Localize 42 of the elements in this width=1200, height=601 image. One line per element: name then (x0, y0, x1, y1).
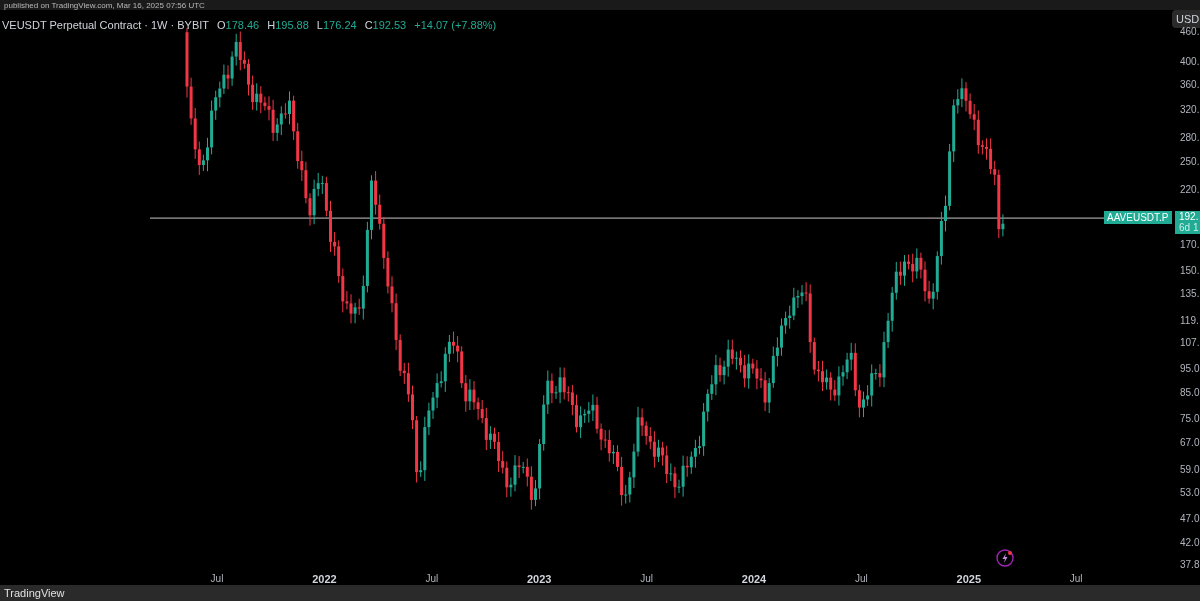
price-label: 220. (1180, 183, 1200, 196)
price-label: 135. (1180, 287, 1200, 300)
price-label: 95.0 (1180, 362, 1200, 375)
symbol-tag: AAVEUSDT.P (1104, 211, 1172, 225)
price-label: 170. (1180, 238, 1200, 251)
symbol-title: VEUSDT Perpetual Contract · 1W · BYBIT (2, 18, 210, 33)
price-label: 119. (1180, 314, 1199, 327)
price-tag: 192. 6d 1 (1175, 211, 1200, 235)
price-label: 67.0 (1180, 437, 1200, 450)
price-label: 360. (1180, 78, 1200, 91)
price-label: 150. (1180, 265, 1200, 278)
month-label: Jul (210, 572, 224, 585)
price-label: 400. (1180, 56, 1200, 68)
ohlc-value: C192.53 (364, 18, 407, 33)
footer-brand: TradingView (4, 587, 65, 599)
ohlc-value: H195.88 (267, 18, 309, 33)
year-label: 2025 (956, 572, 982, 585)
price-label: 280. (1180, 132, 1200, 145)
price-label: 320. (1180, 103, 1200, 116)
price-label: 47.0 (1180, 512, 1200, 525)
price-label: 37.8 (1180, 559, 1200, 572)
month-label: Jul (1069, 572, 1083, 585)
lightning-icon[interactable] (995, 548, 1015, 568)
ohlc-value: O178.46 (217, 18, 260, 33)
price-label: 42.0 (1180, 536, 1200, 549)
price-label: 250. (1180, 156, 1200, 169)
price-change: +14.07 (+7.88%) (414, 18, 497, 33)
month-label: Jul (640, 572, 653, 585)
price-label: 53.0 (1180, 487, 1200, 500)
price-label: 59.0 (1180, 464, 1200, 477)
price-label: 75.0 (1180, 413, 1200, 426)
year-label: 2023 (526, 572, 552, 585)
price-label: 107. (1180, 337, 1200, 350)
ohlc-value: L176.24 (316, 18, 357, 33)
price-label: 460. (1180, 26, 1200, 39)
month-label: Jul (855, 572, 868, 585)
currency-button[interactable]: USD (1172, 10, 1200, 28)
month-label: Jul (425, 572, 439, 585)
year-label: 2022 (312, 572, 337, 585)
publish-info: published on TradingView.com, Mar 16, 2025 07:56 UTC (4, 1, 205, 10)
year-label: 2024 (741, 572, 767, 585)
price-label: 85.0 (1180, 386, 1200, 399)
